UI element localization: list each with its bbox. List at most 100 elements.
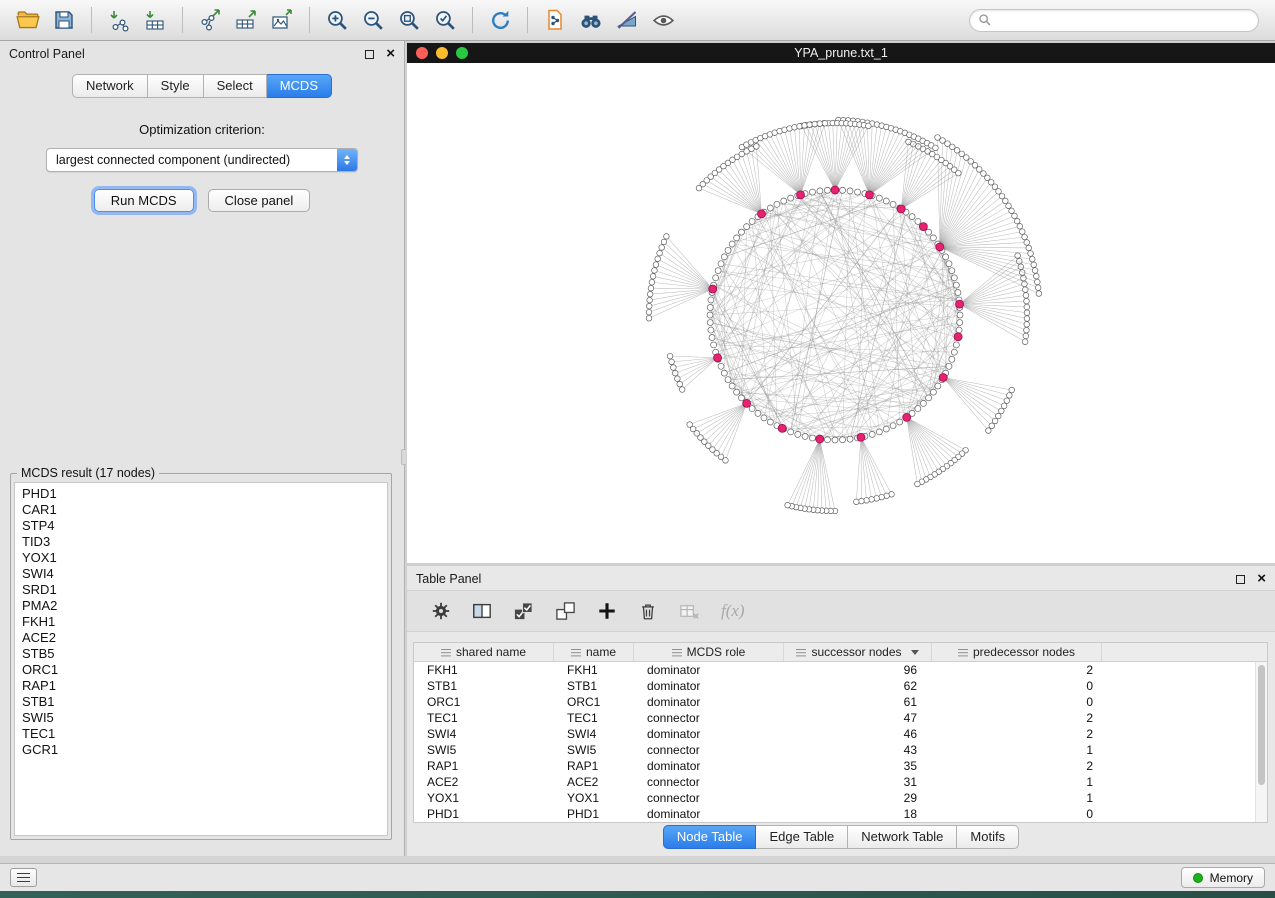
maximize-window-icon[interactable] [456,47,468,59]
network-canvas[interactable] [407,63,1275,563]
table-cell: connector [634,743,784,757]
column-header-label: name [586,645,616,659]
graphics-details-button[interactable] [609,4,645,36]
tab-mcds[interactable]: MCDS [267,74,332,98]
select-all-button[interactable] [513,601,534,622]
tab-select[interactable]: Select [204,74,267,98]
run-mcds-button[interactable]: Run MCDS [94,189,194,212]
close-panel-icon[interactable]: × [386,49,395,59]
zoom-fit-button[interactable] [391,4,427,36]
mcds-result-item[interactable]: SRD1 [15,582,387,598]
hamburger-icon [17,873,30,875]
mcds-result-item[interactable]: ACE2 [15,630,387,646]
column-sort-icon[interactable] [441,648,451,657]
mcds-result-list[interactable]: PHD1CAR1STP4TID3YOX1SWI4SRD1PMA2FKH1ACE2… [14,482,388,836]
zoom-in-button[interactable] [319,4,355,36]
table-row[interactable]: TEC1TEC1connector472 [414,710,1255,726]
column-header-MCDS-role[interactable]: MCDS role [634,643,784,661]
mcds-result-item[interactable]: PHD1 [15,486,387,502]
table-row[interactable]: ORC1ORC1dominator610 [414,694,1255,710]
save-session-button[interactable] [46,4,82,36]
column-header-name[interactable]: name [554,643,634,661]
mcds-result-item[interactable]: TID3 [15,534,387,550]
status-list-button[interactable] [10,868,37,887]
table-cell: 43 [784,743,932,757]
import-network-button[interactable] [101,4,137,36]
table-row[interactable]: FKH1FKH1dominator962 [414,662,1255,678]
mcds-result-item[interactable]: YOX1 [15,550,387,566]
mcds-result-item[interactable]: PMA2 [15,598,387,614]
mcds-result-item[interactable]: STB5 [15,646,387,662]
close-panel-button[interactable]: Close panel [208,189,311,212]
column-header-filler [1102,643,1267,661]
zoom-selected-button[interactable] [427,4,463,36]
tab-network[interactable]: Network [72,74,148,98]
table-row[interactable]: SWI4SWI4dominator462 [414,726,1255,742]
table-row[interactable]: STB1STB1dominator620 [414,678,1255,694]
add-column-button[interactable] [597,601,617,621]
table-row[interactable]: SWI5SWI5connector431 [414,742,1255,758]
mcds-result-item[interactable]: SWI4 [15,566,387,582]
float-table-panel-icon[interactable] [1236,575,1245,584]
search-icon [978,13,992,27]
close-window-icon[interactable] [416,47,428,59]
optimization-criterion-dropdown[interactable]: largest connected component (undirected) [46,148,358,172]
mcds-result-item[interactable]: TEC1 [15,726,387,742]
network-window-titlebar[interactable]: YPA_prune.txt_1 [407,43,1275,63]
column-sort-icon[interactable] [571,648,581,657]
import-table-button[interactable] [137,4,173,36]
table-panel: Table Panel × [407,566,1275,856]
mcds-result-item[interactable]: STP4 [15,518,387,534]
mcds-result-item[interactable]: GCR1 [15,742,387,758]
column-header-shared-name[interactable]: shared name [414,643,554,661]
mcds-result-item[interactable]: ORC1 [15,662,387,678]
table-settings-button[interactable] [431,601,451,621]
close-table-panel-icon[interactable]: × [1257,574,1266,584]
float-panel-icon[interactable] [365,50,374,59]
apply-layout-button[interactable] [482,4,518,36]
tab-style[interactable]: Style [148,74,204,98]
tab-network-table[interactable]: Network Table [848,825,957,849]
export-table-button[interactable] [228,4,264,36]
search-input[interactable] [992,13,1250,27]
show-hide-view-button[interactable] [645,4,681,36]
dropdown-stepper-icon[interactable] [337,149,357,171]
column-header-predecessor-nodes[interactable]: predecessor nodes [932,643,1102,661]
table-row[interactable]: YOX1YOX1connector291 [414,790,1255,806]
mcds-result-item[interactable]: CAR1 [15,502,387,518]
delete-column-button[interactable] [638,601,658,621]
mcds-result-item[interactable]: STB1 [15,694,387,710]
column-chooser-button[interactable] [472,601,492,621]
export-document-button[interactable] [537,4,573,36]
plus-icon [597,601,617,621]
table-cell: ORC1 [414,695,554,709]
search-box[interactable] [969,9,1259,32]
mcds-result-item[interactable]: SWI5 [15,710,387,726]
table-row[interactable]: ACE2ACE2connector311 [414,774,1255,790]
column-sort-icon[interactable] [672,648,682,657]
tab-node-table[interactable]: Node Table [663,825,757,849]
minimize-window-icon[interactable] [436,47,448,59]
mcds-result-item[interactable]: FKH1 [15,614,387,630]
zoom-selected-icon [433,8,458,33]
toolbar-separator [472,7,473,33]
tab-motifs[interactable]: Motifs [957,825,1019,849]
zoom-out-button[interactable] [355,4,391,36]
export-network-button[interactable] [192,4,228,36]
memory-button[interactable]: Memory [1181,867,1265,888]
export-image-button[interactable] [264,4,300,36]
column-sort-icon[interactable] [796,648,806,657]
column-header-successor-nodes[interactable]: successor nodes [784,643,932,661]
find-button[interactable] [573,4,609,36]
unselect-all-button[interactable] [555,601,576,622]
mcds-result-item[interactable]: RAP1 [15,678,387,694]
unselect-all-icon [555,601,576,622]
table-scrollbar[interactable] [1255,662,1267,822]
open-session-button[interactable] [10,4,46,36]
sort-direction-icon[interactable] [911,650,919,655]
table-scrollbar-thumb[interactable] [1258,665,1265,785]
table-row[interactable]: PHD1PHD1dominator180 [414,806,1255,822]
tab-edge-table[interactable]: Edge Table [756,825,848,849]
column-sort-icon[interactable] [958,648,968,657]
table-row[interactable]: RAP1RAP1dominator352 [414,758,1255,774]
